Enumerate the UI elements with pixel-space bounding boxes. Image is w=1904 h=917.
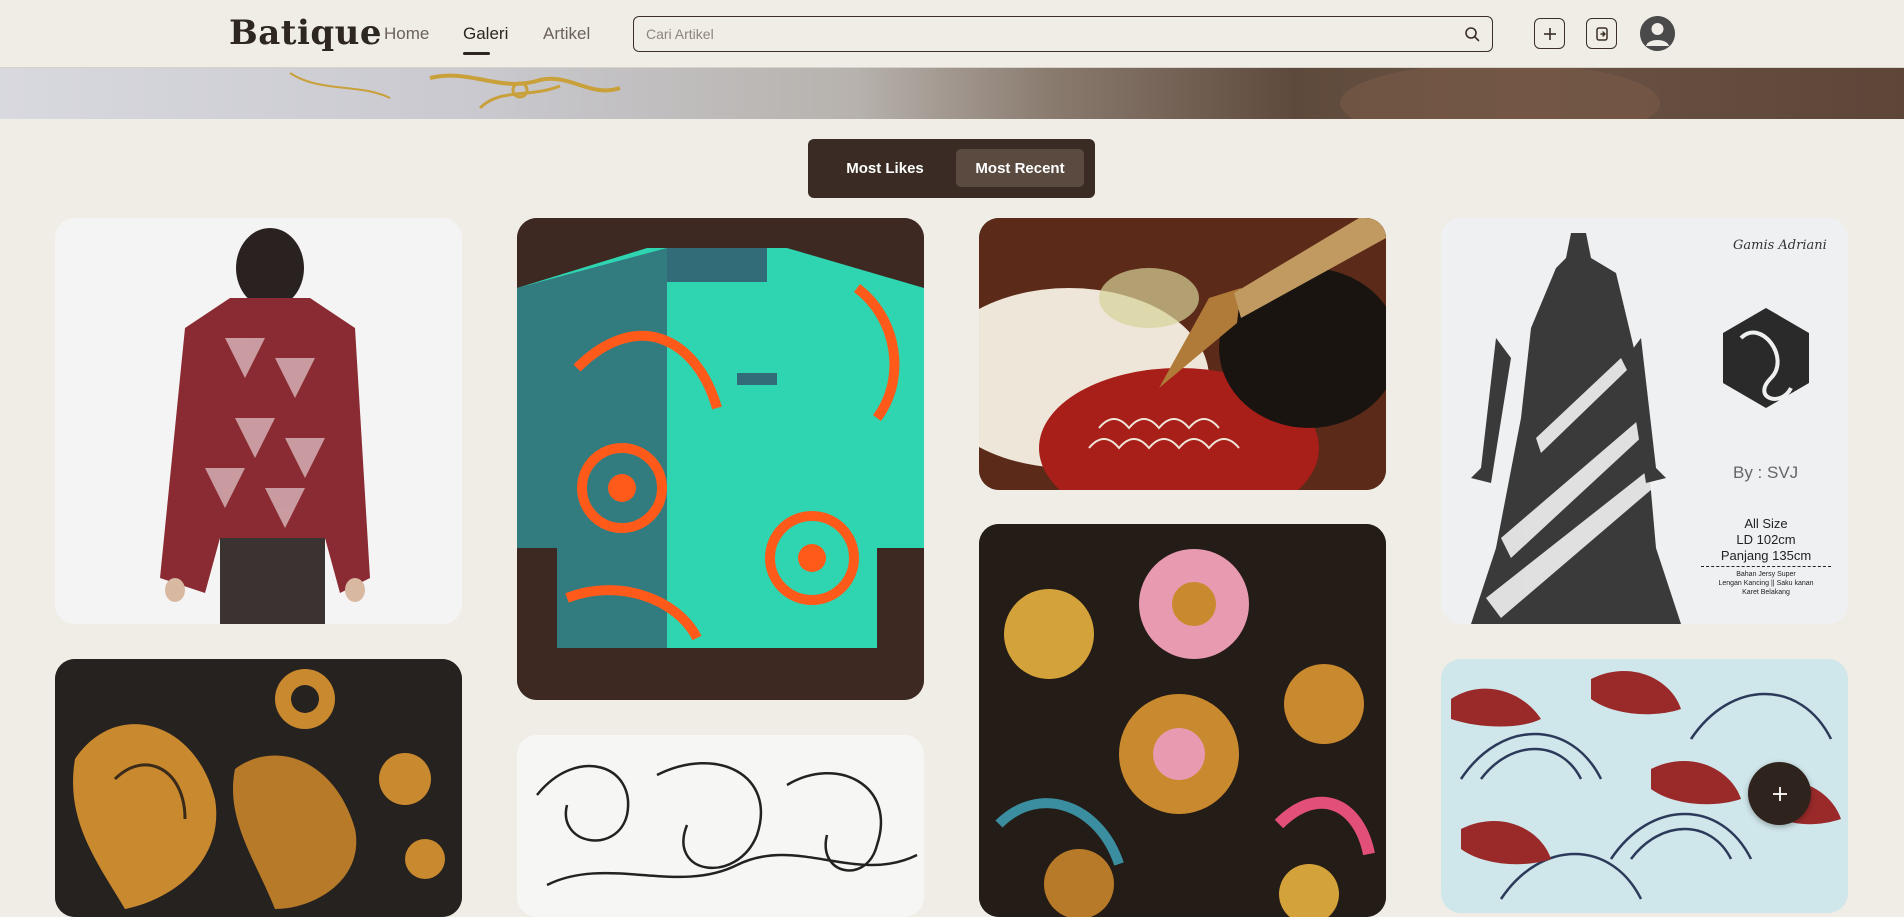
gallery-item-canting[interactable] bbox=[979, 218, 1386, 490]
user-icon bbox=[1640, 16, 1675, 51]
nav-active-indicator bbox=[463, 52, 490, 55]
search-input[interactable] bbox=[646, 23, 1446, 45]
upload-button[interactable] bbox=[1586, 18, 1617, 49]
search-bar bbox=[633, 16, 1493, 52]
product-specs: All Size LD 102cm Panjang 135cm Bahan Je… bbox=[1701, 516, 1831, 597]
gallery-image bbox=[55, 218, 462, 624]
gallery-image bbox=[517, 735, 924, 917]
gallery-image bbox=[517, 218, 924, 700]
top-navbar: Batique Home Galeri Artikel bbox=[0, 0, 1904, 68]
product-ld: LD 102cm bbox=[1736, 532, 1796, 547]
gallery-image bbox=[979, 218, 1386, 490]
nav-artikel[interactable]: Artikel bbox=[543, 24, 590, 44]
add-button[interactable] bbox=[1534, 18, 1565, 49]
gallery-item-sketch[interactable] bbox=[517, 735, 924, 917]
gallery-item-shirt-turquoise[interactable] bbox=[517, 218, 924, 700]
product-sleeve: Lengan Kancing || Saku kanan bbox=[1718, 580, 1814, 587]
nav-galeri[interactable]: Galeri bbox=[463, 24, 508, 44]
gallery-item-dress[interactable]: Gamis Adriani By : SVJ All Size LD 102cm… bbox=[1441, 218, 1848, 624]
user-avatar[interactable] bbox=[1640, 16, 1675, 51]
logo[interactable]: Batique bbox=[229, 13, 382, 53]
product-notes: Bahan Jersy Super Lengan Kancing || Saku… bbox=[1701, 566, 1831, 597]
product-material: Bahan Jersy Super bbox=[1736, 571, 1796, 578]
floating-add-button[interactable] bbox=[1748, 762, 1811, 825]
hero-banner bbox=[0, 68, 1904, 119]
gallery-image bbox=[55, 659, 462, 917]
plus-icon bbox=[1772, 786, 1787, 801]
upload-icon bbox=[1595, 26, 1608, 41]
product-size: All Size bbox=[1744, 516, 1788, 531]
gallery-item-brown-batik[interactable] bbox=[55, 659, 462, 917]
sort-most-recent[interactable]: Most Recent bbox=[956, 149, 1084, 187]
sort-most-likes[interactable]: Most Likes bbox=[822, 149, 948, 187]
gallery-item-shirt-red[interactable] bbox=[55, 218, 462, 624]
plus-icon bbox=[1543, 27, 1556, 40]
gallery-image bbox=[979, 524, 1386, 917]
sort-toggle: Most Likes Most Recent bbox=[808, 139, 1095, 198]
product-back: Karet Belakang bbox=[1742, 589, 1790, 596]
search-icon[interactable] bbox=[1464, 26, 1480, 42]
product-brand: Gamis Adriani bbox=[1733, 238, 1827, 253]
banner-image bbox=[289, 68, 1660, 119]
gallery-item-floral-batik[interactable] bbox=[979, 524, 1386, 917]
product-length: Panjang 135cm bbox=[1720, 548, 1812, 563]
nav-home[interactable]: Home bbox=[384, 24, 429, 44]
product-by: By : SVJ bbox=[1733, 463, 1799, 482]
